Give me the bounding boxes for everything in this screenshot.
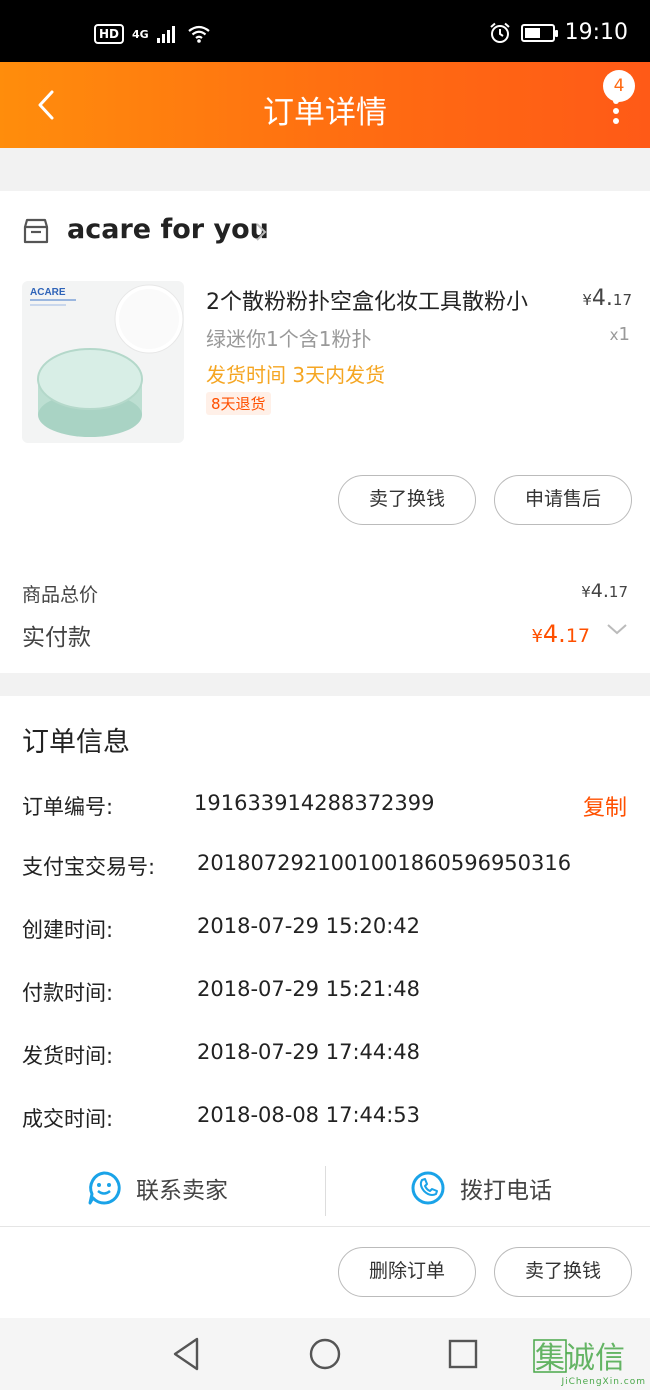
status-time: 19:10	[564, 20, 628, 45]
price-dec: 17	[612, 291, 632, 309]
paid-int: 4.	[542, 620, 566, 648]
product-price: ¥4.17	[582, 286, 632, 311]
watermark-chars: 集诚信	[535, 1341, 625, 1374]
qty-prefix: x	[609, 326, 619, 344]
completed-time-value: 2018-08-08 17:44:53	[197, 1103, 421, 1127]
paid-symbol: ¥	[531, 626, 543, 647]
price-symbol: ¥	[582, 291, 592, 309]
total-label: 商品总价	[22, 584, 99, 606]
back-triangle-icon[interactable]	[170, 1336, 202, 1372]
sell-button-top[interactable]: 卖了换钱	[338, 475, 476, 525]
return-policy-badge: 8天退货	[206, 392, 271, 415]
total-int: 4.	[590, 580, 609, 602]
status-right: 19:10	[489, 20, 628, 45]
shop-name[interactable]: acare for you	[67, 214, 269, 245]
order-number-label: 订单编号:	[22, 795, 114, 819]
phone-icon	[411, 1171, 445, 1205]
paid-time-value: 2018-07-29 15:21:48	[197, 977, 421, 1001]
battery-icon	[520, 23, 558, 42]
action-bar-divider	[0, 1226, 650, 1227]
completed-time-label: 成交时间:	[22, 1107, 114, 1131]
delete-order-button[interactable]: 删除订单	[338, 1247, 476, 1297]
call-phone-button[interactable]: 拨打电话	[410, 1170, 552, 1206]
hd-badge: HD	[94, 24, 125, 44]
recents-square-icon[interactable]	[448, 1339, 478, 1369]
contact-divider	[325, 1166, 326, 1216]
watermark-logo: 集诚信	[532, 1338, 644, 1378]
product-title[interactable]: 2个散粉粉扑空盒化妆工具散粉小	[206, 284, 556, 316]
watermark-glyphs: 集诚信	[533, 1339, 625, 1376]
chevron-down-icon[interactable]	[606, 622, 628, 636]
total-price: ¥4.17	[581, 580, 628, 602]
alipay-trade-value: 2018072921001001860596950316	[197, 851, 572, 875]
created-time-label: 创建时间:	[22, 918, 114, 942]
chat-smile-icon	[88, 1171, 121, 1205]
nav-bar: 订单详情 4	[0, 62, 650, 148]
contact-seller-button[interactable]: 联系卖家	[86, 1170, 228, 1206]
paid-label: 实付款	[22, 625, 91, 651]
qty-value: 1	[618, 324, 630, 345]
status-left: HD 4G	[94, 24, 211, 44]
shipped-time-label: 发货时间:	[22, 1044, 114, 1068]
after-sale-button[interactable]: 申请售后	[494, 475, 632, 525]
product-thumbnail[interactable]: ACARE	[22, 281, 184, 443]
shop-icon	[23, 218, 49, 244]
created-time-value: 2018-07-29 15:20:42	[197, 914, 421, 938]
product-image-brand: ACARE	[30, 287, 66, 298]
shipped-time-value: 2018-07-29 17:44:48	[197, 1040, 421, 1064]
order-info-title: 订单信息	[22, 727, 130, 758]
product-quantity: x1	[610, 324, 630, 345]
watermark-text: JiChengXin.com	[561, 1377, 646, 1387]
contact-seller-label: 联系卖家	[136, 1178, 228, 1204]
wifi-icon	[188, 25, 210, 43]
order-number-value: 191633914288372399	[194, 791, 435, 815]
paid-price: ¥4.17	[531, 620, 590, 648]
alarm-icon	[489, 22, 510, 43]
message-count-badge[interactable]: 4	[603, 70, 635, 102]
shipping-time: 发货时间 3天内发货	[206, 363, 386, 387]
home-circle-icon[interactable]	[308, 1337, 342, 1371]
price-int: 4.	[591, 286, 613, 311]
paid-dec: 17	[565, 625, 590, 647]
chevron-right-icon[interactable]	[254, 221, 268, 243]
order-info-card	[0, 696, 650, 1226]
sell-button-bottom[interactable]: 卖了换钱	[494, 1247, 632, 1297]
page-title: 订单详情	[263, 95, 387, 131]
total-symbol: ¥	[581, 583, 591, 601]
product-image: ACARE	[30, 284, 184, 437]
alipay-trade-label: 支付宝交易号:	[22, 855, 156, 879]
network-type: 4G	[132, 27, 149, 41]
signal-icon	[156, 26, 175, 43]
total-dec: 17	[608, 583, 628, 601]
paid-time-label: 付款时间:	[22, 981, 114, 1005]
copy-order-number-button[interactable]: 复制	[583, 790, 627, 822]
product-variant: 绿迷你1个含1粉扑	[206, 327, 372, 351]
status-bar: HD 4G 19:10	[0, 0, 650, 62]
call-phone-label: 拨打电话	[460, 1178, 552, 1204]
